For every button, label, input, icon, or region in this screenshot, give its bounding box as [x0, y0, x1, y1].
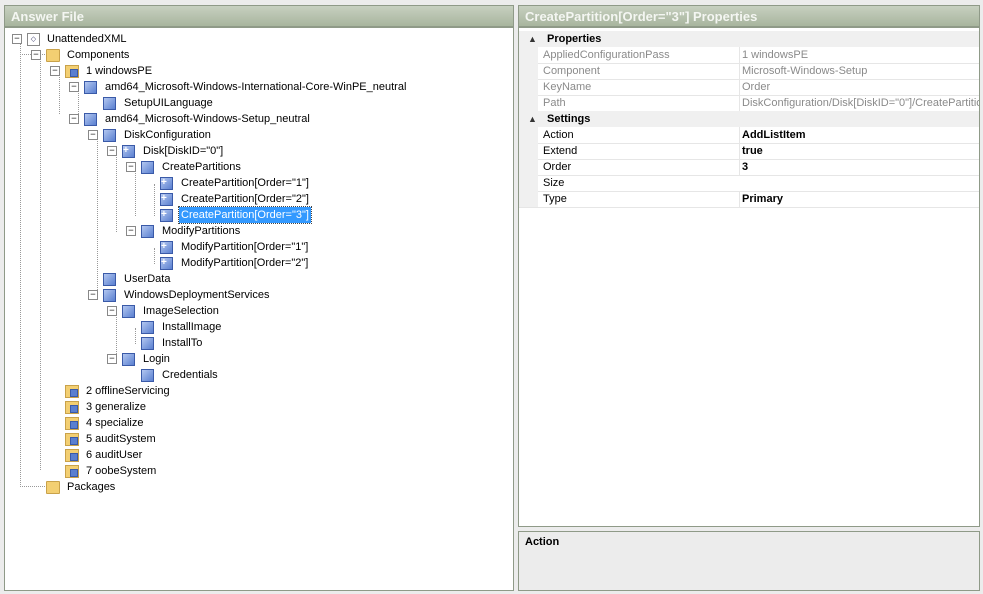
config-pass-icon [65, 65, 79, 78]
setting-icon [122, 305, 135, 318]
setting-icon [141, 369, 154, 382]
setting-row-action[interactable]: Action AddListItem [519, 127, 979, 144]
setting-icon [103, 97, 116, 110]
setting-icon [122, 353, 135, 366]
config-pass-icon [65, 465, 79, 478]
list-item-icon [160, 239, 173, 255]
list-item-icon [160, 175, 173, 191]
property-row-keyname[interactable]: KeyName Order [519, 79, 979, 96]
properties-header: CreatePartition[Order="3"] Properties [518, 5, 980, 27]
setting-row-size[interactable]: Size [519, 175, 979, 192]
xml-icon: ◇ [27, 33, 40, 46]
config-pass-icon [65, 401, 79, 414]
list-item-icon [160, 255, 173, 271]
setting-icon [141, 161, 154, 174]
list-item-icon [122, 143, 135, 159]
help-title: Action [525, 536, 560, 548]
list-item-icon [160, 191, 173, 207]
config-pass-icon [65, 449, 79, 462]
setting-icon [103, 129, 116, 142]
property-row-path[interactable]: Path DiskConfiguration/Disk[DiskID="0"]/… [519, 95, 979, 112]
setting-row-order[interactable]: Order 3 [519, 159, 979, 176]
setting-icon [141, 337, 154, 350]
config-pass-icon [65, 385, 79, 398]
setting-row-type[interactable]: Type Primary [519, 191, 979, 208]
setting-icon [141, 225, 154, 238]
property-grid[interactable]: ▲ Properties AppliedConfigurationPass 1 … [518, 27, 980, 527]
category-properties[interactable]: ▲ Properties [519, 31, 979, 47]
property-help-panel: Action [518, 531, 980, 591]
folder-icon [46, 481, 60, 494]
setting-row-extend[interactable]: Extend true [519, 143, 979, 160]
collapse-icon[interactable]: ▲ [528, 111, 537, 127]
list-item-icon [160, 207, 173, 223]
component-icon [84, 113, 97, 126]
answer-file-tree[interactable]: − ◇ UnattendedXML − Components − 1 windo… [4, 27, 514, 591]
property-row-component[interactable]: Component Microsoft-Windows-Setup [519, 63, 979, 80]
property-row-appliedconfigurationpass[interactable]: AppliedConfigurationPass 1 windowsPE [519, 47, 979, 64]
folder-icon [46, 49, 60, 62]
setting-icon [103, 273, 116, 286]
collapse-icon[interactable]: ▲ [528, 31, 537, 47]
config-pass-icon [65, 433, 79, 446]
setting-icon [103, 289, 116, 302]
category-settings[interactable]: ▲ Settings [519, 111, 979, 127]
answer-file-header: Answer File [4, 5, 514, 27]
component-icon [84, 81, 97, 94]
setting-icon [141, 321, 154, 334]
config-pass-icon [65, 417, 79, 430]
